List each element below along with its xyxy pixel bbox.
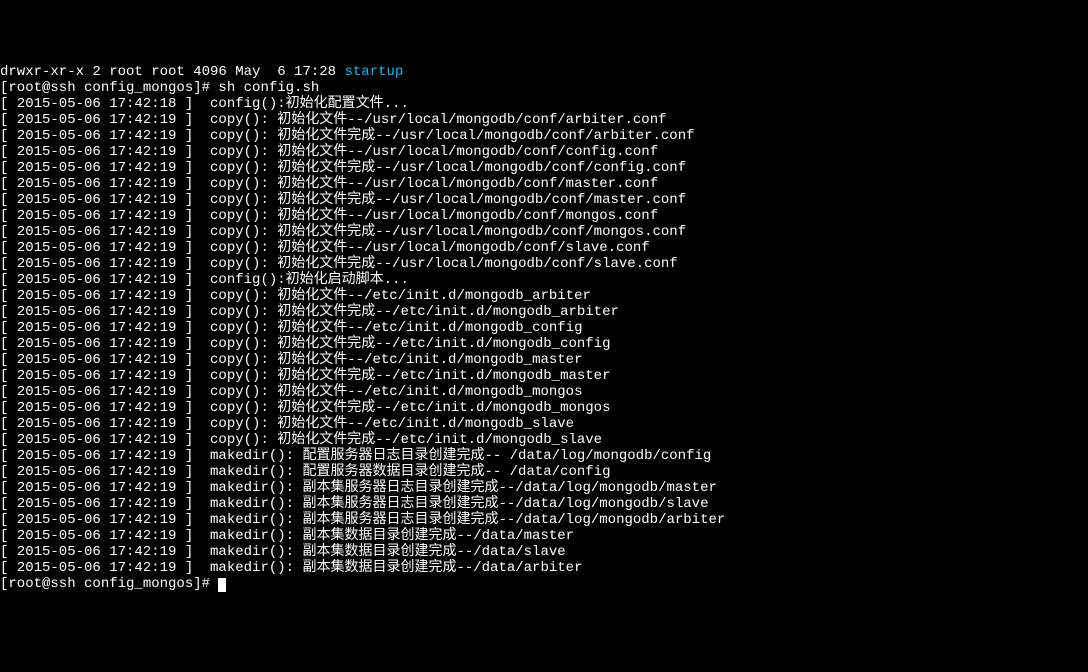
terminal-line: [ 2015-05-06 17:42:19 ] makedir(): 配置服务器… — [0, 464, 1088, 480]
line-text: [ 2015-05-06 17:42:19 ] copy(): 初始化文件完成-… — [0, 224, 686, 240]
line-text: [ 2015-05-06 17:42:19 ] copy(): 初始化文件完成-… — [0, 128, 695, 144]
terminal-line: [ 2015-05-06 17:42:19 ] copy(): 初始化文件完成-… — [0, 160, 1088, 176]
line-text: [ 2015-05-06 17:42:19 ] makedir(): 副本集服务… — [0, 480, 717, 496]
line-text: [ 2015-05-06 17:42:19 ] copy(): 初始化文件--/… — [0, 288, 591, 304]
line-text: [ 2015-05-06 17:42:19 ] copy(): 初始化文件完成-… — [0, 336, 610, 352]
terminal-line: [ 2015-05-06 17:42:19 ] copy(): 初始化文件完成-… — [0, 128, 1088, 144]
line-text: [ 2015-05-06 17:42:19 ] copy(): 初始化文件--/… — [0, 144, 658, 160]
terminal-line: [ 2015-05-06 17:42:19 ] copy(): 初始化文件--/… — [0, 240, 1088, 256]
line-text: [ 2015-05-06 17:42:19 ] makedir(): 副本集数据… — [0, 544, 566, 560]
terminal-line: [ 2015-05-06 17:42:19 ] copy(): 初始化文件完成-… — [0, 256, 1088, 272]
terminal-line: [ 2015-05-06 17:42:19 ] makedir(): 副本集数据… — [0, 560, 1088, 576]
line-text: [ 2015-05-06 17:42:19 ] copy(): 初始化文件--/… — [0, 240, 650, 256]
line-text: [ 2015-05-06 17:42:19 ] makedir(): 配置服务器… — [0, 448, 711, 464]
terminal-line: [ 2015-05-06 17:42:19 ] copy(): 初始化文件--/… — [0, 416, 1088, 432]
line-text: [ 2015-05-06 17:42:19 ] makedir(): 副本集服务… — [0, 512, 725, 528]
terminal-line: [ 2015-05-06 17:42:19 ] copy(): 初始化文件完成-… — [0, 400, 1088, 416]
terminal-output[interactable]: drwxr-xr-x 2 root root 4096 May 6 17:28 … — [0, 64, 1088, 592]
line-text: [ 2015-05-06 17:42:19 ] makedir(): 副本集数据… — [0, 560, 582, 576]
line-text: [ 2015-05-06 17:42:19 ] makedir(): 配置服务器… — [0, 464, 610, 480]
terminal-line: [ 2015-05-06 17:42:19 ] copy(): 初始化文件--/… — [0, 352, 1088, 368]
line-text: [ 2015-05-06 17:42:19 ] copy(): 初始化文件--/… — [0, 112, 667, 128]
terminal-line: [ 2015-05-06 17:42:19 ] makedir(): 配置服务器… — [0, 448, 1088, 464]
terminal-line: [ 2015-05-06 17:42:19 ] copy(): 初始化文件完成-… — [0, 304, 1088, 320]
terminal-line: [ 2015-05-06 17:42:19 ] copy(): 初始化文件--/… — [0, 176, 1088, 192]
terminal-line: [ 2015-05-06 17:42:19 ] makedir(): 副本集数据… — [0, 544, 1088, 560]
terminal-line: [ 2015-05-06 17:42:19 ] copy(): 初始化文件完成-… — [0, 368, 1088, 384]
line-text: [ 2015-05-06 17:42:19 ] copy(): 初始化文件--/… — [0, 176, 658, 192]
terminal-line: [ 2015-05-06 17:42:19 ] copy(): 初始化文件--/… — [0, 288, 1088, 304]
shell-prompt: [root@ssh config_mongos]# — [0, 576, 210, 592]
line-text: [ 2015-05-06 17:42:19 ] copy(): 初始化文件完成-… — [0, 256, 678, 272]
terminal-line: [ 2015-05-06 17:42:19 ] copy(): 初始化文件完成-… — [0, 224, 1088, 240]
terminal-line: [ 2015-05-06 17:42:19 ] makedir(): 副本集服务… — [0, 496, 1088, 512]
terminal-line: [root@ssh config_mongos]# sh config.sh — [0, 80, 1088, 96]
terminal-line: [ 2015-05-06 17:42:19 ] copy(): 初始化文件--/… — [0, 320, 1088, 336]
line-text: [ 2015-05-06 17:42:19 ] copy(): 初始化文件--/… — [0, 384, 582, 400]
terminal-line: [ 2015-05-06 17:42:19 ] makedir(): 副本集数据… — [0, 528, 1088, 544]
terminal-line: [ 2015-05-06 17:42:19 ] copy(): 初始化文件完成-… — [0, 432, 1088, 448]
line-text: [ 2015-05-06 17:42:19 ] copy(): 初始化文件完成-… — [0, 160, 686, 176]
line-text: [ 2015-05-06 17:42:19 ] copy(): 初始化文件--/… — [0, 208, 658, 224]
line-text: [ 2015-05-06 17:42:19 ] makedir(): 副本集数据… — [0, 528, 574, 544]
line-text: [ 2015-05-06 17:42:19 ] copy(): 初始化文件完成-… — [0, 368, 610, 384]
line-text: [ 2015-05-06 17:42:19 ] copy(): 初始化文件完成-… — [0, 432, 602, 448]
terminal-line: [ 2015-05-06 17:42:19 ] makedir(): 副本集服务… — [0, 480, 1088, 496]
terminal-line: [ 2015-05-06 17:42:19 ] copy(): 初始化文件完成-… — [0, 336, 1088, 352]
terminal-line: [ 2015-05-06 17:42:19 ] copy(): 初始化文件--/… — [0, 144, 1088, 160]
terminal-line: [ 2015-05-06 17:42:19 ] copy(): 初始化文件--/… — [0, 208, 1088, 224]
line-text: [ 2015-05-06 17:42:19 ] makedir(): 副本集服务… — [0, 496, 708, 512]
terminal-line: [ 2015-05-06 17:42:19 ] config():初始化启动脚本… — [0, 272, 1088, 288]
terminal-line: [ 2015-05-06 17:42:19 ] copy(): 初始化文件完成-… — [0, 192, 1088, 208]
line-suffix: startup — [344, 64, 403, 80]
prompt-line[interactable]: [root@ssh config_mongos]# — [0, 576, 1088, 592]
line-text: [ 2015-05-06 17:42:18 ] config():初始化配置文件… — [0, 96, 409, 112]
line-text: [ 2015-05-06 17:42:19 ] copy(): 初始化文件完成-… — [0, 304, 619, 320]
terminal-line: [ 2015-05-06 17:42:19 ] copy(): 初始化文件--/… — [0, 384, 1088, 400]
cursor-icon — [218, 578, 226, 592]
line-text: [ 2015-05-06 17:42:19 ] config():初始化启动脚本… — [0, 272, 409, 288]
terminal-line: [ 2015-05-06 17:42:19 ] makedir(): 副本集服务… — [0, 512, 1088, 528]
line-text: drwxr-xr-x 2 root root 4096 May 6 17:28 — [0, 64, 344, 80]
terminal-line: [ 2015-05-06 17:42:18 ] config():初始化配置文件… — [0, 96, 1088, 112]
line-text: [root@ssh config_mongos]# sh config.sh — [0, 80, 319, 96]
terminal-line: [ 2015-05-06 17:42:19 ] copy(): 初始化文件--/… — [0, 112, 1088, 128]
terminal-line: drwxr-xr-x 2 root root 4096 May 6 17:28 … — [0, 64, 1088, 80]
line-text: [ 2015-05-06 17:42:19 ] copy(): 初始化文件完成-… — [0, 400, 610, 416]
line-text: [ 2015-05-06 17:42:19 ] copy(): 初始化文件完成-… — [0, 192, 686, 208]
line-text: [ 2015-05-06 17:42:19 ] copy(): 初始化文件--/… — [0, 352, 582, 368]
line-text: [ 2015-05-06 17:42:19 ] copy(): 初始化文件--/… — [0, 416, 574, 432]
line-text: [ 2015-05-06 17:42:19 ] copy(): 初始化文件--/… — [0, 320, 582, 336]
